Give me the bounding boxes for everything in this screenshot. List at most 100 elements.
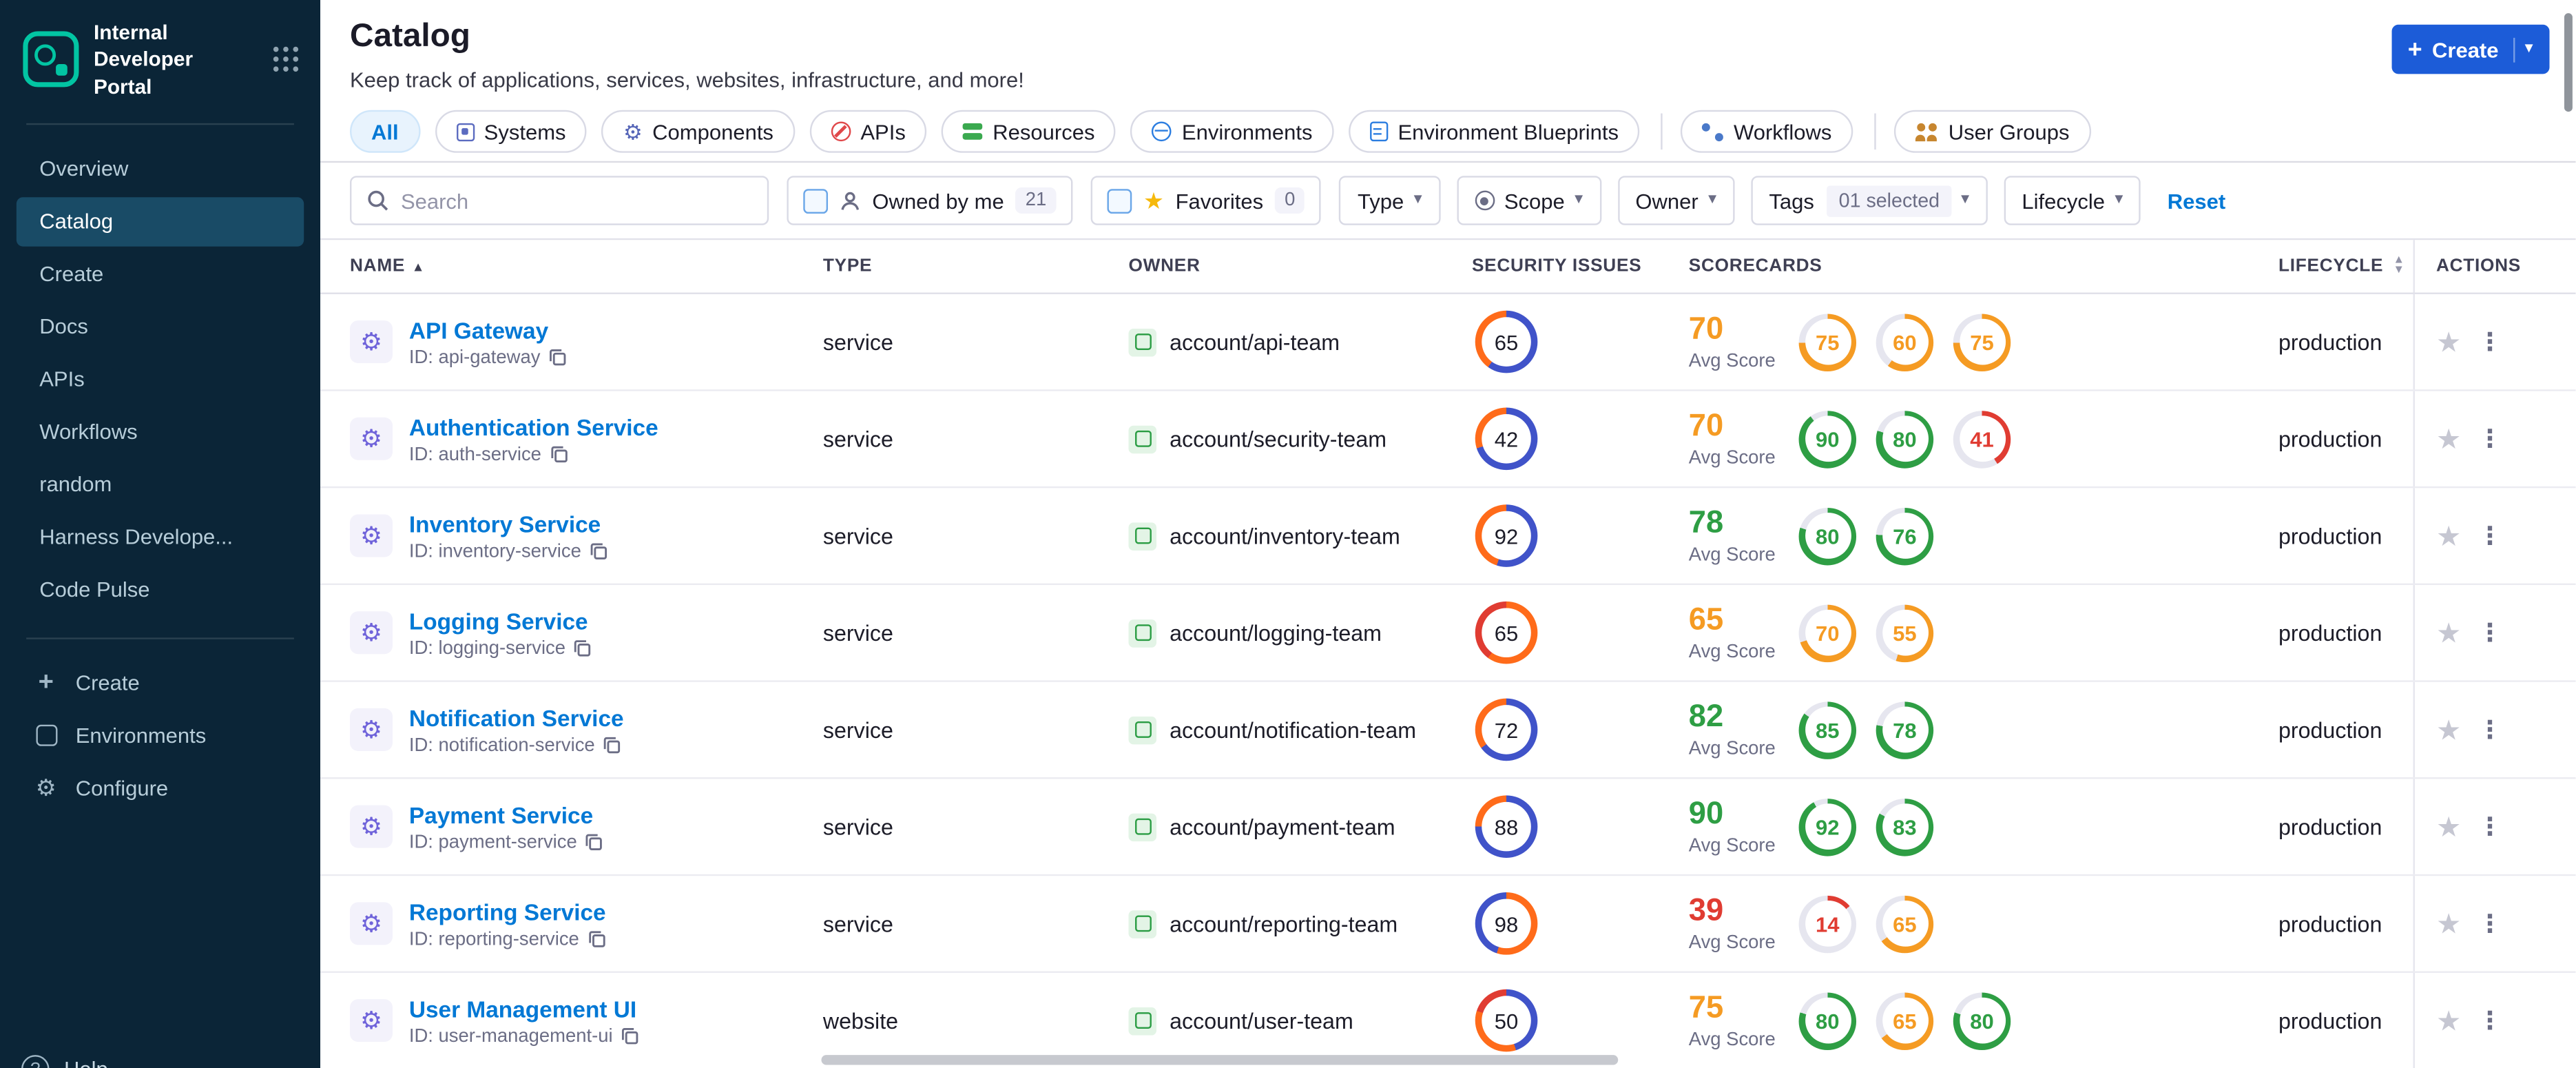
- kebab-menu-icon[interactable]: ⋮: [2478, 911, 2502, 936]
- sidebar-item[interactable]: random: [17, 460, 304, 509]
- copy-icon[interactable]: [548, 349, 566, 367]
- security-issues-donut[interactable]: 98: [1475, 892, 1538, 955]
- entity-name-link[interactable]: User Management UI: [409, 995, 639, 1021]
- copy-icon[interactable]: [590, 542, 607, 560]
- entity-name-link[interactable]: Reporting Service: [409, 898, 606, 924]
- scorecard-badge[interactable]: 80: [1953, 992, 2011, 1049]
- scorecard-badge[interactable]: 85: [1798, 701, 1857, 759]
- scorecard-badge[interactable]: 78: [1876, 701, 1934, 759]
- owned-by-me-checkbox[interactable]: [803, 188, 829, 213]
- tab[interactable]: Resources: [942, 110, 1116, 153]
- scorecard-badge[interactable]: 65: [1876, 992, 1934, 1049]
- scorecard-badge[interactable]: 41: [1953, 410, 2011, 468]
- search-input[interactable]: [400, 188, 753, 213]
- favorite-star-icon[interactable]: ★: [2436, 619, 2461, 647]
- sidebar-bottom-item[interactable]: + Create: [17, 659, 304, 708]
- filter-dropdown[interactable]: Tags 01 selected ▾: [1751, 176, 1988, 225]
- kebab-menu-icon[interactable]: ⋮: [2478, 524, 2502, 548]
- sidebar-help-item[interactable]: ? Help: [21, 1055, 108, 1068]
- security-issues-donut[interactable]: 65: [1475, 601, 1538, 664]
- sidebar-item[interactable]: Docs: [17, 302, 304, 351]
- sidebar-item[interactable]: APIs: [17, 355, 304, 404]
- vertical-scrollbar[interactable]: [2564, 13, 2573, 112]
- tab[interactable]: Environment Blueprints: [1348, 110, 1641, 153]
- horizontal-scrollbar[interactable]: [821, 1055, 1619, 1065]
- sidebar-item[interactable]: Workflows: [17, 407, 304, 457]
- scorecard-badge[interactable]: 70: [1798, 604, 1857, 661]
- scorecard-badge[interactable]: 90: [1798, 410, 1857, 468]
- kebab-menu-icon[interactable]: ⋮: [2478, 717, 2502, 742]
- copy-icon[interactable]: [603, 736, 621, 754]
- copy-icon[interactable]: [588, 930, 605, 948]
- security-issues-donut[interactable]: 72: [1475, 698, 1538, 761]
- scorecard-badge[interactable]: 75: [1798, 313, 1857, 371]
- column-header-lifecycle[interactable]: LIFECYCLE ▲ ▼: [2278, 255, 2413, 276]
- sidebar-item[interactable]: Catalog: [16, 196, 304, 247]
- filter-dropdown[interactable]: Scope ▾: [1456, 176, 1601, 225]
- sidebar-item[interactable]: Harness Develope...: [17, 513, 304, 562]
- kebab-menu-icon[interactable]: ⋮: [2478, 427, 2502, 451]
- tab[interactable]: Systems: [435, 110, 588, 153]
- filter-dropdown[interactable]: Owner ▾: [1617, 176, 1735, 225]
- kebab-menu-icon[interactable]: ⋮: [2478, 329, 2502, 354]
- scorecard-badge[interactable]: 80: [1798, 992, 1857, 1049]
- favorite-star-icon[interactable]: ★: [2436, 328, 2461, 356]
- copy-icon[interactable]: [585, 833, 603, 851]
- sidebar-bottom-item[interactable]: Environments: [17, 711, 304, 761]
- favorite-star-icon[interactable]: ★: [2436, 910, 2461, 938]
- reset-filters-link[interactable]: Reset: [2168, 188, 2225, 213]
- entity-name-link[interactable]: API Gateway: [409, 316, 567, 342]
- sidebar-item-label: APIs: [39, 367, 85, 392]
- tab[interactable]: User Groups: [1894, 110, 2091, 153]
- security-issues-donut[interactable]: 42: [1475, 407, 1538, 471]
- security-issues-donut[interactable]: 92: [1475, 504, 1538, 567]
- filter-dropdown[interactable]: Type ▾: [1339, 176, 1440, 225]
- kebab-menu-icon[interactable]: ⋮: [2478, 814, 2502, 839]
- sidebar-bottom-item[interactable]: ⚙ Configure: [17, 763, 304, 813]
- security-issues-donut[interactable]: 50: [1475, 989, 1538, 1052]
- scorecard-badge[interactable]: 14: [1798, 894, 1857, 953]
- module-switcher-icon[interactable]: [271, 45, 301, 74]
- scorecard-badge[interactable]: 60: [1876, 313, 1934, 371]
- favorites-filter[interactable]: ★ Favorites 0: [1090, 176, 1322, 225]
- tab[interactable]: ⚙ Components: [602, 110, 795, 153]
- favorite-star-icon[interactable]: ★: [2436, 425, 2461, 453]
- copy-icon[interactable]: [550, 445, 568, 463]
- create-button[interactable]: + Create ▾: [2391, 24, 2550, 74]
- security-issues-donut[interactable]: 65: [1475, 310, 1538, 373]
- sidebar-item[interactable]: Overview: [17, 144, 304, 194]
- favorite-star-icon[interactable]: ★: [2436, 1007, 2461, 1035]
- entity-name-link[interactable]: Logging Service: [409, 607, 592, 633]
- copy-icon[interactable]: [621, 1027, 639, 1045]
- sidebar-item[interactable]: Code Pulse: [17, 565, 304, 615]
- entity-name-link[interactable]: Payment Service: [409, 801, 603, 828]
- owned-by-me-filter[interactable]: Owned by me 21: [787, 176, 1073, 225]
- kebab-menu-icon[interactable]: ⋮: [2478, 620, 2502, 645]
- tab[interactable]: Environments: [1130, 110, 1334, 153]
- scorecard-badge[interactable]: 80: [1798, 506, 1857, 565]
- environments-icon: [1152, 121, 1172, 142]
- entity-name-link[interactable]: Authentication Service: [409, 413, 658, 440]
- tab[interactable]: All: [350, 110, 420, 153]
- filter-dropdown[interactable]: Lifecycle ▾: [2004, 176, 2141, 225]
- favorite-star-icon[interactable]: ★: [2436, 716, 2461, 744]
- copy-icon[interactable]: [574, 639, 592, 657]
- scorecard-badge[interactable]: 92: [1798, 797, 1857, 856]
- sidebar-item[interactable]: Create: [17, 249, 304, 299]
- scorecard-badge[interactable]: 76: [1876, 506, 1934, 565]
- tab[interactable]: APIs: [809, 110, 927, 153]
- tab[interactable]: Workflows: [1681, 110, 1853, 153]
- scorecard-badge[interactable]: 80: [1876, 410, 1934, 468]
- column-header-name[interactable]: NAME ▲: [320, 256, 823, 276]
- scorecard-badge[interactable]: 65: [1876, 894, 1934, 953]
- favorites-checkbox[interactable]: [1107, 188, 1132, 213]
- favorite-star-icon[interactable]: ★: [2436, 812, 2461, 841]
- kebab-menu-icon[interactable]: ⋮: [2478, 1008, 2502, 1033]
- favorite-star-icon[interactable]: ★: [2436, 522, 2461, 550]
- scorecard-badge[interactable]: 75: [1953, 313, 2011, 371]
- scorecard-badge[interactable]: 83: [1876, 797, 1934, 856]
- scorecard-badge[interactable]: 55: [1876, 604, 1934, 661]
- security-issues-donut[interactable]: 88: [1475, 795, 1538, 858]
- entity-name-link[interactable]: Inventory Service: [409, 511, 607, 537]
- entity-name-link[interactable]: Notification Service: [409, 704, 624, 730]
